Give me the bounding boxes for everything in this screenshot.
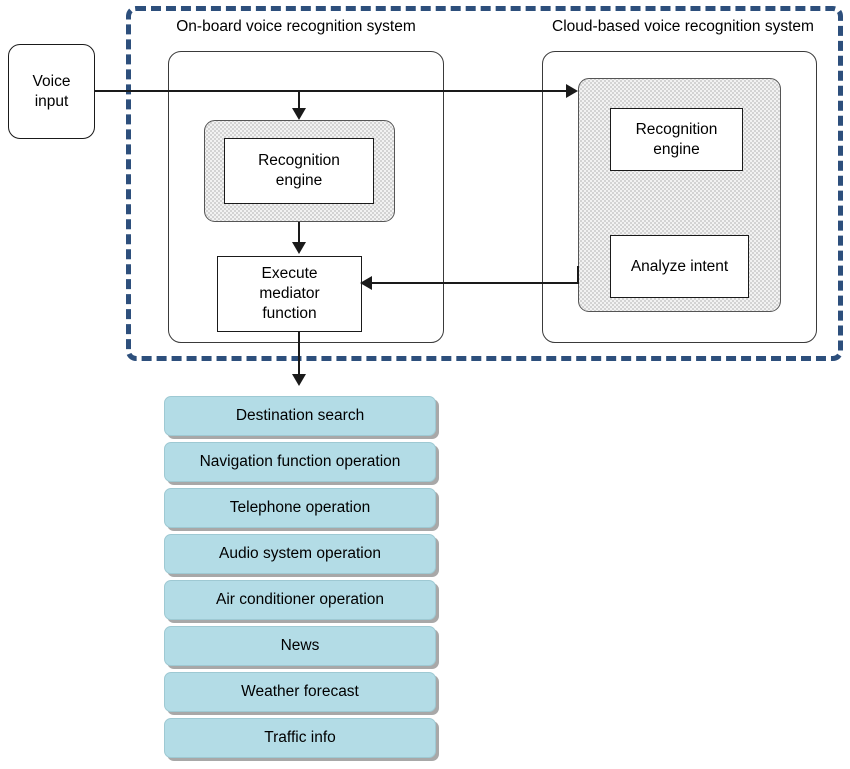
cloud-to-mediator-line [372,282,578,284]
service-list: Destination search Navigation function o… [164,396,436,764]
mediator-line2: mediator [259,285,320,302]
voice-input-label-line2: input [34,92,69,110]
service-label: Weather forecast [241,683,359,700]
diagram-canvas: On-board voice recognition system Cloud-… [0,0,850,769]
voice-to-cloud-arrowhead [566,84,578,98]
service-item-audio-system-operation[interactable]: Audio system operation [164,534,436,574]
service-item-telephone-operation[interactable]: Telephone operation [164,488,436,528]
onboard-recognition-engine-node[interactable]: Recognition engine [224,138,374,204]
mediator-to-services-line [298,332,300,376]
voice-input-label-line1: Voice [32,72,71,90]
service-item-navigation-function-operation[interactable]: Navigation function operation [164,442,436,482]
service-item-air-conditioner-operation[interactable]: Air conditioner operation [164,580,436,620]
service-label: Telephone operation [229,499,371,516]
mediator-line3: function [262,305,317,322]
onboard-recognition-engine-line2: engine [275,172,323,189]
service-label: Destination search [235,407,365,424]
onboard-recognition-engine-line1: Recognition [258,152,340,169]
onboard-engine-to-mediator-line [298,222,300,244]
analyze-intent-node[interactable]: Analyze intent [610,235,749,298]
voice-input-trunk-line [95,90,570,92]
cloud-recognition-engine-line1: Recognition [635,120,718,138]
service-label: Navigation function operation [199,453,401,470]
analyze-intent-label: Analyze intent [630,257,729,275]
cloud-recognition-engine-node[interactable]: Recognition engine [610,108,743,171]
voice-input-node[interactable]: Voice input [8,44,95,139]
service-label: Air conditioner operation [215,591,385,608]
onboard-engine-to-mediator-arrowhead [292,242,306,254]
cloud-recognition-engine-line2: engine [653,140,700,158]
service-item-news[interactable]: News [164,626,436,666]
service-item-destination-search[interactable]: Destination search [164,396,436,436]
service-label: Traffic info [264,729,336,746]
voice-to-onboard-engine-arrowhead [292,108,306,120]
cloud-to-mediator-arrowhead [360,276,372,290]
mediator-line1: Execute [261,265,318,282]
mediator-to-services-arrowhead [292,374,306,386]
service-label: Audio system operation [219,545,381,562]
cloud-group-title: Cloud-based voice recognition system [552,18,814,35]
service-label: News [280,637,320,654]
service-item-traffic-info[interactable]: Traffic info [164,718,436,758]
onboard-group-title: On-board voice recognition system [176,18,416,35]
service-item-weather-forecast[interactable]: Weather forecast [164,672,436,712]
execute-mediator-function-node[interactable]: Execute mediator function [217,256,362,332]
voice-to-onboard-engine-line [298,90,300,110]
